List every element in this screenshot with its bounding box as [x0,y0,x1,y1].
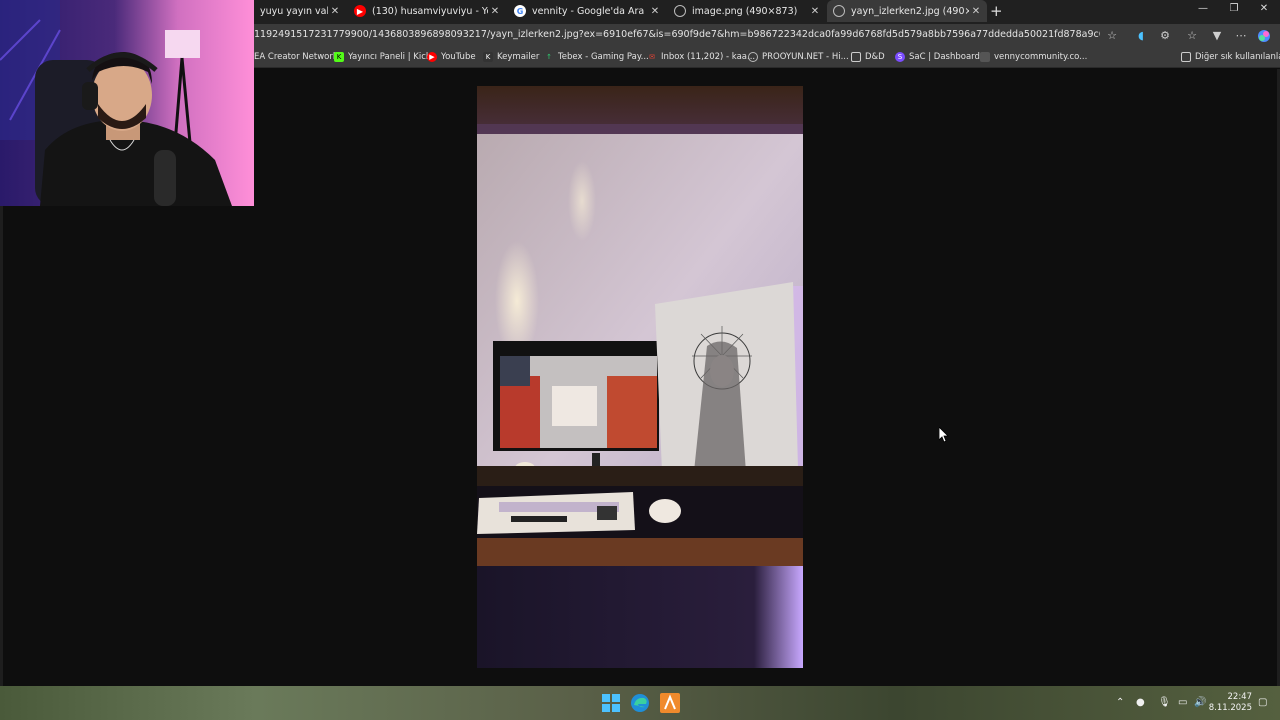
globe-icon [833,5,845,17]
globe-icon [748,52,758,62]
chevron-up-icon[interactable]: ⌃ [1116,697,1124,708]
bookmark-kick[interactable]: K Yayıncı Paneli | Kick [334,52,431,62]
bookmark-label: Yayıncı Paneli | Kick [348,52,431,62]
tab-image-png[interactable]: image.png (490×873) ✕ [668,0,826,22]
close-icon[interactable]: ✕ [328,6,342,17]
close-icon[interactable]: ✕ [969,6,983,17]
bookmark-prooyun[interactable]: PROOYUN.NET - Hi... [748,52,849,62]
clock-time: 22:47 [1227,692,1253,702]
site-icon [980,52,990,62]
google-icon: G [514,5,526,17]
more-icon[interactable]: ⋯ [1234,29,1248,43]
tab-youtube[interactable]: ▶ (130) husamviyuviyu - YouTube ✕ [348,0,506,22]
other-favorites-label: Diğer sık kullanılanlar [1195,52,1280,62]
youtube-icon: ▶ [354,5,366,17]
displayed-photo [477,86,803,668]
keymailer-icon: K [483,52,493,62]
microphone-icon[interactable]: 🎙 [1158,697,1171,708]
tab-title: yayn_izlerken2.jpg (490×873) [851,5,969,17]
favorites-icon[interactable]: ☆ [1185,29,1199,43]
app-icon[interactable] [660,693,680,713]
tab-title: yuyu yayın vakti 9 - Y [260,5,328,17]
bookmark-label: SaC | Dashboard [909,52,980,62]
close-icon[interactable]: ✕ [808,6,822,17]
tab-title: image.png (490×873) [692,5,798,17]
bookmark-youtube[interactable]: ▶ YouTube [427,52,476,62]
globe-icon [674,5,686,17]
folder-icon [1181,52,1191,62]
volume-icon[interactable]: 🔊 [1194,697,1206,708]
bookmark-label: Keymailer [497,52,540,62]
webcam-overlay [0,0,254,206]
tab-yayn-izlerken[interactable]: yayn_izlerken2.jpg (490×873) ✕ [827,0,987,22]
bookmark-label: YouTube [441,52,476,62]
bookmark-vennycommunity[interactable]: vennycommunity.co... [980,52,1087,62]
system-clock[interactable]: 22:47 8.11.2025 [1206,692,1252,714]
screen: { "tabs": [ {"title": "yuyu yayın vakti … [0,0,1280,720]
bookmark-tebex[interactable]: ↑ Tebex - Gaming Pay... [544,52,649,62]
folder-icon [851,52,861,62]
bookmark-sac[interactable]: S SaC | Dashboard [895,52,980,62]
sac-icon: S [895,52,905,62]
notifications-icon[interactable]: ▢ [1258,697,1267,708]
bookmark-inbox[interactable]: ✉ Inbox (11,202) - kaa... [647,52,755,62]
close-icon[interactable]: ✕ [488,6,502,17]
youtube-icon: ▶ [427,52,437,62]
bookmark-ea[interactable]: EA Creator Network [254,52,338,62]
url-field[interactable]: 1192491517231779900/1436803896898093217/… [254,29,1100,40]
bookmark-keymailer[interactable]: K Keymailer [483,52,539,62]
favorite-star-icon[interactable]: ☆ [1105,29,1119,43]
read-aloud-icon[interactable]: ◖ [1134,29,1148,43]
bookmark-label: EA Creator Network [254,52,338,62]
bookmark-label: vennycommunity.co... [994,52,1088,62]
network-icon[interactable]: ▭ [1178,697,1187,708]
bookmark-dnd[interactable]: D&D [851,52,885,62]
windows-start-icon[interactable] [601,693,621,713]
new-tab-button[interactable]: + [990,2,1003,20]
tab-title: vennity - Google'da Ara [532,5,645,17]
mouse-cursor-icon [938,426,949,447]
tray-app-icon[interactable]: ● [1136,697,1145,708]
bookmark-label: Tebex - Gaming Pay... [558,52,649,62]
tab-title: (130) husamviyuviyu - YouTube [372,5,488,17]
restore-icon[interactable]: ❐ [1224,3,1244,14]
tebex-icon: ↑ [546,53,552,61]
extensions-icon[interactable]: ⚙ [1158,29,1172,43]
bookmark-label: Inbox (11,202) - kaa... [661,52,756,62]
kick-icon: K [334,52,344,62]
other-favorites[interactable]: Diğer sık kullanılanlar [1181,52,1280,62]
bookmark-label: PROOYUN.NET - Hi... [762,52,849,62]
clock-date: 8.11.2025 [1208,703,1252,713]
bookmark-label: D&D [865,52,885,62]
vpn-icon[interactable]: ▼ [1210,29,1224,43]
close-window-icon[interactable]: ✕ [1254,3,1274,14]
close-icon[interactable]: ✕ [648,6,662,17]
tab-google[interactable]: G vennity - Google'da Ara ✕ [508,0,666,22]
tab-kick-stream[interactable]: yuyu yayın vakti 9 - Y ✕ [254,0,346,22]
taskbar: ⌃ ● 🎙 ▭ 🔊 22:47 8.11.2025 ▢ [0,686,1280,720]
edge-icon[interactable] [630,693,650,713]
mail-icon: ✉ [649,53,655,61]
copilot-icon[interactable] [1257,29,1271,43]
minimize-icon[interactable]: — [1193,3,1213,14]
